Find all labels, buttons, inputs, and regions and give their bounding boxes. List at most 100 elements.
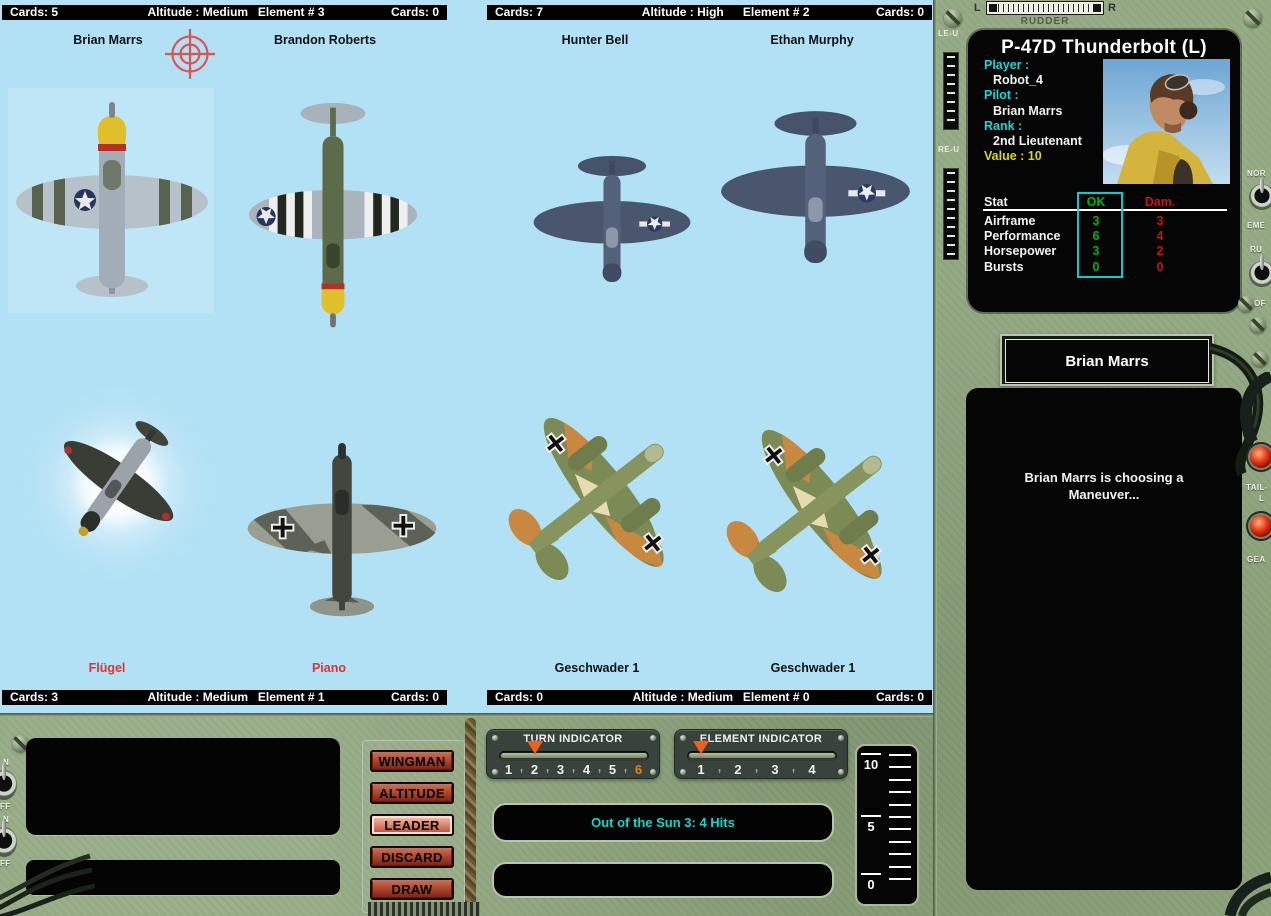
status-bar-bottom-left: Cards: 3 Altitude : Medium Element # 1 C… [2, 690, 447, 705]
indicator-number: 1 [689, 762, 713, 777]
gauge-tick [889, 841, 911, 843]
indicator-number: 2 [525, 762, 544, 777]
rope-decoration [465, 718, 476, 916]
toggle-switch[interactable] [1249, 261, 1271, 287]
trim-gauge-left [943, 52, 959, 130]
gauge-tick [889, 853, 911, 855]
edge-label-tail: TAIL- [1246, 483, 1268, 492]
player-label: Player : [984, 58, 1082, 73]
toggle-switch[interactable] [0, 770, 17, 800]
gauge-tick [889, 766, 911, 768]
gauge-tick [889, 779, 911, 781]
aircraft-bomber-geschwader-1a[interactable] [462, 366, 727, 634]
indicator-separator: , [713, 762, 726, 777]
element-number: Element # 2 [718, 5, 834, 20]
indicator-number: 3 [763, 762, 787, 777]
flight-label-piano: Piano [254, 661, 404, 675]
edge-label-eme: EME [1247, 221, 1266, 230]
game-message-panel: Brian Marrs is choosing a Maneuver... [966, 388, 1242, 890]
screw [1244, 9, 1262, 27]
rudder-cap-left [989, 4, 997, 12]
rank-label: Rank : [984, 119, 1082, 134]
aircraft-title: P-47D Thunderbolt (L) [968, 37, 1240, 59]
indicator-number: 3 [551, 762, 570, 777]
stat-name: Performance [984, 229, 1060, 243]
stat-name: Bursts [984, 260, 1024, 274]
gauge-tick-column [889, 754, 911, 880]
cards-count: Cards: 0 [391, 690, 439, 705]
draw-button[interactable]: DRAW [370, 878, 454, 900]
gauge-label-10: 10 [857, 757, 885, 772]
screw [944, 9, 962, 27]
turn-indicator-numbers: 1,2,3,4,5,6 [499, 762, 648, 777]
cards-count: Cards: 5 [10, 5, 58, 20]
status-message: Brian Marrs is choosing a Maneuver... [994, 470, 1214, 503]
edge-label-ru: RU [1250, 245, 1262, 254]
aircraft-navy-ethan-murphy[interactable] [718, 94, 913, 272]
aircraft-bomber-geschwader-1b[interactable] [680, 378, 945, 646]
pilot-name-hunter-bell: Hunter Bell [520, 33, 670, 47]
cards-count: Cards: 7 [495, 5, 543, 20]
indicator-number: 6 [629, 762, 648, 777]
wingman-button[interactable]: WINGMAN [370, 750, 454, 772]
message-box-left-large [26, 738, 340, 835]
status-bar-bottom-right: Cards: 0 Altitude : Medium Element # 0 C… [487, 690, 932, 705]
discard-button[interactable]: DISCARD [370, 846, 454, 868]
gauge-label-le-u: LE-U [938, 29, 959, 38]
aircraft-navy-hunter-bell[interactable] [531, 138, 693, 293]
edge-label-l: L [1259, 494, 1264, 503]
indicator-light-tail [1250, 446, 1271, 468]
rivet [838, 769, 844, 775]
cable-decoration [1216, 872, 1271, 916]
gauge-tick [861, 873, 881, 875]
panel-seam-vertical [933, 0, 937, 916]
element-indicator-numbers: 1,2,3,4 [689, 762, 824, 777]
indicator-separator: , [570, 762, 577, 777]
gauge-tick [889, 791, 911, 793]
flight-label-geschwader-1b: Geschwader 1 [738, 661, 888, 675]
cable-decoration [1236, 372, 1271, 444]
stats-header-dam: Dam. [1132, 195, 1188, 209]
toggle-switch[interactable] [1249, 184, 1271, 210]
stat-name: Horsepower [984, 244, 1056, 258]
gauge-tick [889, 828, 911, 830]
aircraft-p47-brandon-roberts[interactable] [247, 85, 419, 331]
cable-decoration [0, 840, 95, 916]
element-indicator-marker[interactable] [693, 741, 709, 754]
edge-label-of: OF [1254, 299, 1266, 308]
gauge-tick [889, 816, 911, 818]
stat-name: Airframe [984, 214, 1035, 228]
flight-label-fluegel: Flügel [32, 661, 182, 675]
trim-gauge-right [943, 168, 959, 260]
edge-label-off: FF [0, 802, 11, 811]
altitude-button[interactable]: ALTITUDE [370, 782, 454, 804]
turn-indicator-marker[interactable] [527, 741, 543, 754]
element-number: Element # 3 [233, 5, 349, 20]
play-area: Cards: 5 Altitude : Medium Element # 3 C… [0, 0, 933, 713]
aircraft-bf109-piano[interactable] [243, 443, 441, 623]
gauge-tick [889, 754, 911, 756]
leader-button[interactable]: LEADER [370, 814, 454, 836]
aircraft-p47-brian-marrs[interactable] [12, 100, 212, 310]
combat-log-text: Out of the Sun 3: 4 Hits [591, 815, 735, 830]
stats-header-stat: Stat [984, 195, 1008, 209]
value-label: Value : 10 [984, 149, 1082, 164]
indicator-separator: , [787, 762, 800, 777]
rivet [650, 769, 656, 775]
rank-value: 2nd Lieutenant [984, 134, 1082, 149]
pilot-name-ethan-murphy: Ethan Murphy [737, 33, 887, 47]
screw [1252, 351, 1268, 367]
target-crosshair-icon [162, 26, 218, 82]
gauge-tick [889, 878, 911, 880]
rivet [680, 769, 686, 775]
edge-label-nor: NOR [1247, 169, 1266, 178]
turn-indicator-title: TURN INDICATOR [487, 733, 659, 745]
element-indicator: ELEMENT INDICATOR 1,2,3,4 [674, 729, 848, 779]
indicator-separator: , [518, 762, 525, 777]
indicator-separator: , [544, 762, 551, 777]
indicator-number: 1 [499, 762, 518, 777]
rudder-right-label: R [1108, 2, 1116, 14]
rudder-gauge [986, 1, 1104, 15]
stat-dam-value: 4 [1132, 229, 1188, 243]
gauge-tick [861, 815, 881, 817]
